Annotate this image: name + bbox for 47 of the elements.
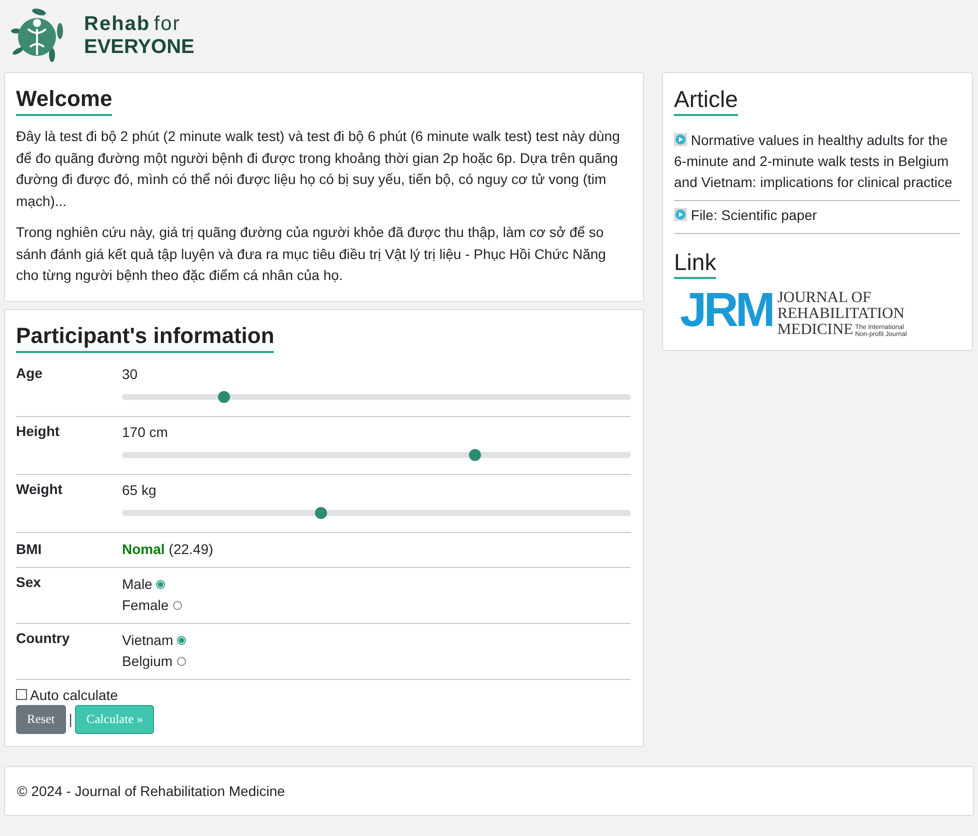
article-link[interactable]: Normative values in healthy adults for the 6-minute and 2-minute walk tests in Belgium and Vietnam: implications for clinical practice (674, 130, 960, 193)
field-label: BMI (16, 540, 43, 556)
slider-thumb[interactable] (469, 448, 482, 460)
bmi-value: (22.49) (168, 540, 214, 556)
section-title: Article (674, 85, 738, 116)
footer-text: © 2024 - Journal of Rehabilitation Medicine (17, 782, 285, 798)
field-value: 65 kg (122, 480, 158, 498)
logo-text: Rehab (84, 12, 150, 34)
slider-track[interactable] (122, 394, 631, 400)
play-icon (674, 133, 687, 146)
field-value: 170 cm (122, 422, 169, 440)
radio-label: Vietnam (122, 630, 174, 650)
section-title: Participant's information (16, 322, 274, 352)
section-title: Welcome (16, 85, 112, 116)
reset-button[interactable]: Reset (16, 704, 66, 734)
bmi-status: Nomal (122, 540, 165, 556)
slider-track[interactable] (122, 452, 631, 458)
radio-label: Female (122, 596, 169, 614)
field-label: Country (16, 630, 71, 648)
paragraph: Đây là test đi bộ 2 phút (2 minute walk test) và test đi bộ 6 phút (6 minute walk test) test này dùng để đo quãng đường một người bệnh đi được trong khoảng thời gian 2p hoặc 6p. Dựa trên quãng đường đi được đó, mình có thể nói được liệu họ có bị suy yếu, tiến bộ, có nguy cơ tử vong (tim mạch)... (16, 127, 621, 211)
checkbox[interactable] (16, 689, 27, 700)
logo-text: MEDICINE (777, 322, 854, 338)
radio-label: Belgium (122, 652, 173, 671)
radio-button[interactable] (156, 580, 166, 588)
logo-mark-text: JRM (680, 283, 774, 338)
logo-text: EVERYONE (84, 36, 194, 58)
slider-thumb[interactable] (218, 390, 230, 402)
logo-text: for (154, 12, 180, 34)
field-label: Sex (16, 574, 42, 592)
slider-track[interactable] (122, 510, 631, 516)
radio-button[interactable] (176, 656, 186, 666)
field-label: Height (16, 422, 61, 441)
slider-thumb[interactable] (314, 506, 326, 518)
logo-text: REHABILITATION (777, 306, 906, 322)
checkbox-label: Auto calculate (30, 686, 118, 702)
section-title: Link (674, 248, 716, 279)
field-value: 30 (122, 364, 139, 382)
radio-button[interactable] (177, 636, 186, 644)
radio-button[interactable] (172, 600, 182, 610)
logo-text: JOURNAL OF (777, 290, 872, 306)
play-icon (674, 208, 687, 221)
field-label: Weight (16, 480, 64, 499)
article-link[interactable]: File: Scientific paper (674, 205, 960, 226)
paragraph: Trong nghiên cứu này, giá trị quãng đường của người khỏe đã được thu thập, làm cơ sở để so sánh đánh giá kết quả tập luyện và đưa ra mục tiêu điều trị Vật lý trị liệu - Phục Hồi Chức Năng cho từng người bệnh theo đặc điểm cá nhân của họ. (16, 223, 607, 285)
radio-label: Male (122, 574, 152, 594)
field-label: Age (16, 364, 44, 383)
separator-text: | (68, 711, 72, 727)
